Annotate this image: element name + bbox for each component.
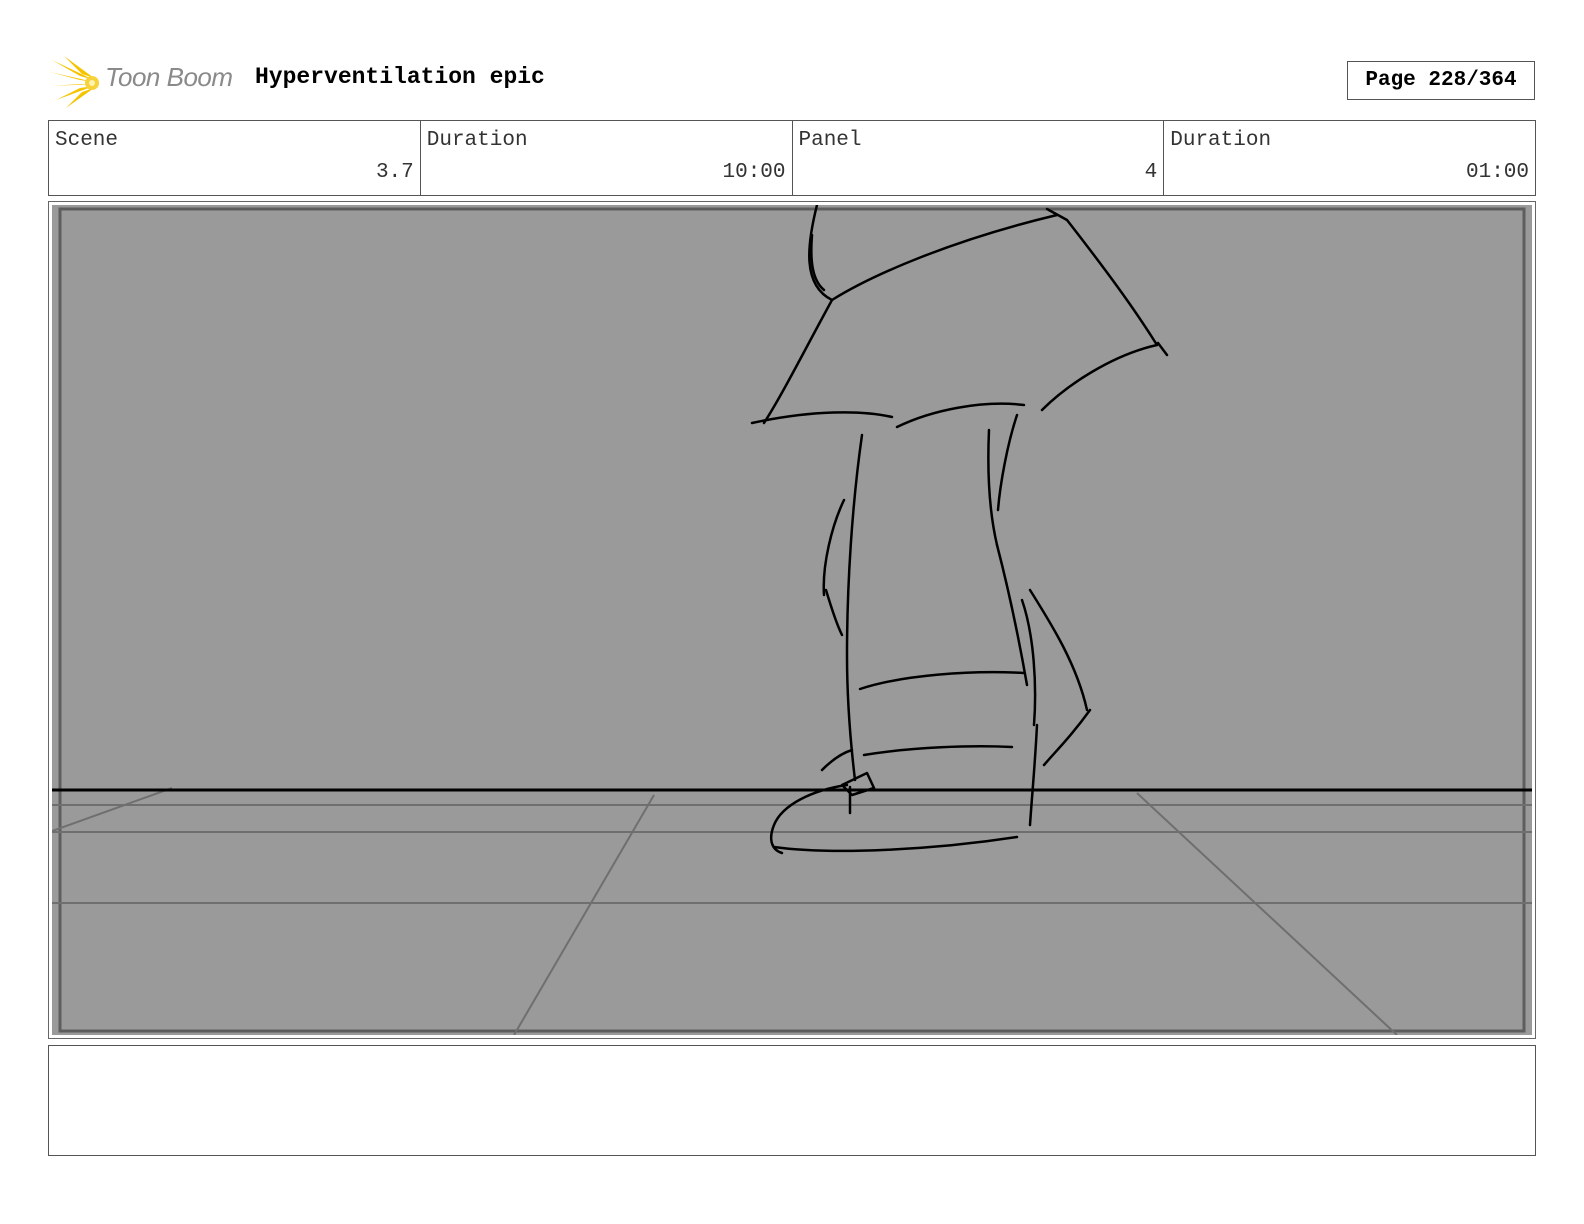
panel-duration-value: 01:00: [1465, 161, 1529, 184]
panel-sketch-image: [52, 205, 1532, 1035]
scene-label: Scene: [55, 129, 119, 152]
toon-boom-burst-icon: [50, 56, 99, 108]
storyboard-panel: [48, 201, 1536, 1039]
scene-duration-cell: Duration 10:00: [421, 121, 793, 195]
project-title: Hyperventilation epic: [255, 64, 545, 90]
panel-value: 4: [1144, 161, 1158, 184]
panel-duration-cell: Duration 01:00: [1164, 121, 1535, 195]
toon-boom-logo: Toon Boom: [50, 56, 240, 108]
scene-cell: Scene 3.7: [49, 121, 421, 195]
panel-notes-box: [48, 1045, 1536, 1156]
page-indicator: Page 228/364: [1347, 61, 1535, 100]
panel-background: [52, 205, 1532, 1035]
panel-duration-label: Duration: [1170, 129, 1272, 152]
logo-wordmark: Toon Boom: [105, 62, 233, 92]
panel-label: Panel: [798, 129, 862, 152]
scene-duration-value: 10:00: [722, 161, 786, 184]
scene-value: 3.7: [375, 161, 414, 184]
scene-duration-label: Duration: [426, 129, 528, 152]
scene-info-table: Scene 3.7 Duration 10:00 Panel 4 Duratio…: [48, 120, 1536, 196]
panel-cell: Panel 4: [793, 121, 1165, 195]
